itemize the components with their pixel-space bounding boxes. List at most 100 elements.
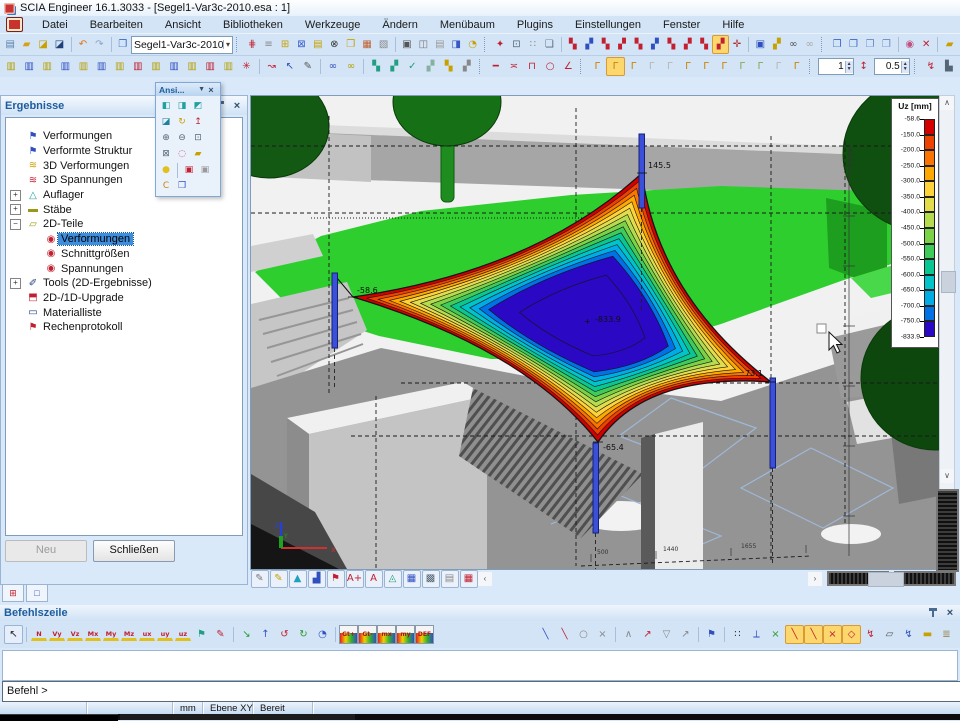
zoom-window-icon[interactable]: ⊡ xyxy=(190,130,206,146)
previous-selection-icon[interactable]: ▞ xyxy=(647,35,663,54)
coordinates-icon[interactable]: ⊠ xyxy=(293,35,309,54)
tree-item-rechenprotokoll[interactable]: ⚑Rechenprotokoll xyxy=(6,320,242,335)
print-preview-icon[interactable]: ◫ xyxy=(415,35,431,54)
pin-icon[interactable] xyxy=(928,608,938,618)
connect-members-icon[interactable]: ∞ xyxy=(324,57,342,76)
rect-tool-icon[interactable]: ⊓ xyxy=(523,57,541,76)
rotate-icon[interactable]: ▥ xyxy=(56,57,74,76)
polyline-icon[interactable]: ╲ xyxy=(555,625,574,644)
link-nodes-icon[interactable]: ▚ xyxy=(367,57,385,76)
vertical-scroll-thumb[interactable] xyxy=(941,271,956,293)
new-button[interactable]: Neu xyxy=(5,540,87,562)
picture-zoom-icon[interactable]: ⊡ xyxy=(508,35,524,54)
document-manager-icon[interactable]: ❐ xyxy=(342,35,358,54)
unlink-nodes-icon[interactable]: ▞ xyxy=(385,57,403,76)
activity-icon[interactable]: Γ xyxy=(697,57,715,76)
result-n-icon[interactable]: N xyxy=(31,628,47,641)
hinge-icon[interactable]: ▚ xyxy=(440,57,458,76)
move-point-icon[interactable]: ↗ xyxy=(638,625,657,644)
select-arrow-icon[interactable]: ∧ xyxy=(619,625,638,644)
bim-toolbox-icon[interactable]: ⋕ xyxy=(244,35,260,54)
extend-icon[interactable]: ▥ xyxy=(147,57,165,76)
dot-grid-snap-icon[interactable]: ∷ xyxy=(728,625,747,644)
connect-2d-icon[interactable]: ▞ xyxy=(421,57,439,76)
step-spinner[interactable]: 0.5▲▼ xyxy=(874,58,910,75)
add-selection-icon[interactable]: ▞ xyxy=(614,35,630,54)
result-ux-icon[interactable]: ux xyxy=(139,628,155,641)
result-my-icon[interactable]: My xyxy=(103,628,119,641)
send-picture-icon[interactable]: ▞ xyxy=(769,35,785,54)
export-icon[interactable]: ◨ xyxy=(448,35,464,54)
angle-tool-icon[interactable]: ∠ xyxy=(559,57,577,76)
trajectory-icon[interactable]: ↘ xyxy=(237,625,256,644)
multicopy-icon[interactable]: ▥ xyxy=(38,57,56,76)
break-icon[interactable]: ▥ xyxy=(165,57,183,76)
chevron-down-icon[interactable]: ▼ xyxy=(198,86,205,93)
binoculars-off-icon[interactable]: ∞ xyxy=(801,35,817,54)
snap-flag-icon[interactable]: ⚑ xyxy=(702,625,721,644)
labels-on-icon[interactable]: A+ xyxy=(346,570,364,588)
tracking-icon[interactable]: ▽ xyxy=(657,625,676,644)
keyboard-input-icon[interactable]: ▬ xyxy=(918,625,937,644)
load-view-icon[interactable]: ▣ xyxy=(197,162,213,178)
cross-link-icon[interactable]: ▞ xyxy=(458,57,476,76)
check-structure-icon[interactable]: ✓ xyxy=(403,57,421,76)
tree-item-tools-2d-ergebnisse-[interactable]: +✐Tools (2D-Ergebnisse) xyxy=(6,276,242,291)
print-icon[interactable]: ▣ xyxy=(399,35,415,54)
extreme-up-icon[interactable]: ↑ xyxy=(256,625,275,644)
menu-item-datei[interactable]: Datei xyxy=(31,18,79,32)
explode-icon[interactable]: ✳ xyxy=(237,57,255,76)
scale-spinner[interactable]: 1▲▼ xyxy=(818,58,854,75)
scale-icon[interactable]: ▥ xyxy=(111,57,129,76)
save-icon[interactable]: ◪ xyxy=(51,35,67,54)
view-direction-icon[interactable]: Γ xyxy=(787,57,805,76)
command-input[interactable]: Befehl > xyxy=(2,681,960,702)
line-grid-icon[interactable]: Γ xyxy=(606,57,624,76)
snap-orthogonal-icon[interactable]: ◇ xyxy=(842,625,861,644)
tree-item-spannungen[interactable]: ◉Spannungen xyxy=(6,261,242,276)
close-icon[interactable]: × xyxy=(231,100,243,112)
terrain-display-icon[interactable]: ◬ xyxy=(384,570,402,588)
horizontal-scrollbar[interactable] xyxy=(496,571,808,586)
menu-item-bearbeiten[interactable]: Bearbeiten xyxy=(79,18,154,32)
tree-item-2d-1d-upgrade[interactable]: ⬒2D-/1D-Upgrade xyxy=(6,291,242,306)
rotate-cw-icon[interactable]: ↻ xyxy=(294,625,313,644)
cursor-step-icon[interactable]: ↗ xyxy=(676,625,695,644)
protractor-icon[interactable]: ◔ xyxy=(313,625,332,644)
layers-icon[interactable]: ≡ xyxy=(260,35,276,54)
snap-plane-icon[interactable]: Γ xyxy=(769,57,787,76)
result-uy-icon[interactable]: uy xyxy=(157,628,173,641)
render-settings-icon[interactable]: ▩ xyxy=(422,570,440,588)
undo-icon[interactable]: ↶ xyxy=(75,35,91,54)
rotate-ccw-icon[interactable]: ↺ xyxy=(275,625,294,644)
menu-item-hilfe[interactable]: Hilfe xyxy=(711,18,755,32)
tree-item-stäbe[interactable]: +▬Stäbe xyxy=(6,202,242,217)
storey-icon[interactable]: Γ xyxy=(588,57,606,76)
menu-item-werkzeuge[interactable]: Werkzeuge xyxy=(294,18,371,32)
menu-item-plugins[interactable]: Plugins xyxy=(506,18,564,32)
view-yz-icon[interactable]: ◩ xyxy=(190,98,206,114)
walk-view-icon[interactable]: ↥ xyxy=(190,114,206,130)
table-input-icon[interactable]: ≣ xyxy=(937,625,956,644)
save-all-icon[interactable]: ◪ xyxy=(35,35,51,54)
project-selector[interactable]: Segel1-Var3c-2010▾ xyxy=(131,36,233,54)
filter-selection-icon[interactable]: ▞ xyxy=(680,35,696,54)
draw-line-icon[interactable]: ╲ xyxy=(536,625,555,644)
animation-icon[interactable]: ✦ xyxy=(492,35,508,54)
photo-view-icon[interactable]: ▣ xyxy=(752,35,768,54)
grid-3d-icon[interactable]: Γ xyxy=(661,57,679,76)
expand-icon[interactable]: + xyxy=(10,204,21,215)
curved-member-icon[interactable]: ↝ xyxy=(263,57,281,76)
dot-grid-icon[interactable]: ∷ xyxy=(525,35,541,54)
open-folder-icon[interactable]: ▰ xyxy=(941,35,957,54)
dimension-grid-icon[interactable]: Γ xyxy=(625,57,643,76)
remove-selection-icon[interactable]: ▚ xyxy=(630,35,646,54)
select-cursor-icon[interactable]: ↖ xyxy=(4,625,23,644)
zoom-out-icon[interactable]: ⊖ xyxy=(174,130,190,146)
snap-endpoint-icon[interactable]: ╲ xyxy=(785,625,804,644)
labels-off-icon[interactable]: A xyxy=(365,570,383,588)
close-all-icon[interactable]: ✕ xyxy=(918,35,934,54)
report-schedule-icon[interactable]: ◔ xyxy=(464,35,480,54)
visibility-eye-icon[interactable]: ◉ xyxy=(902,35,918,54)
local-axes-icon[interactable]: ⟂ xyxy=(747,625,766,644)
